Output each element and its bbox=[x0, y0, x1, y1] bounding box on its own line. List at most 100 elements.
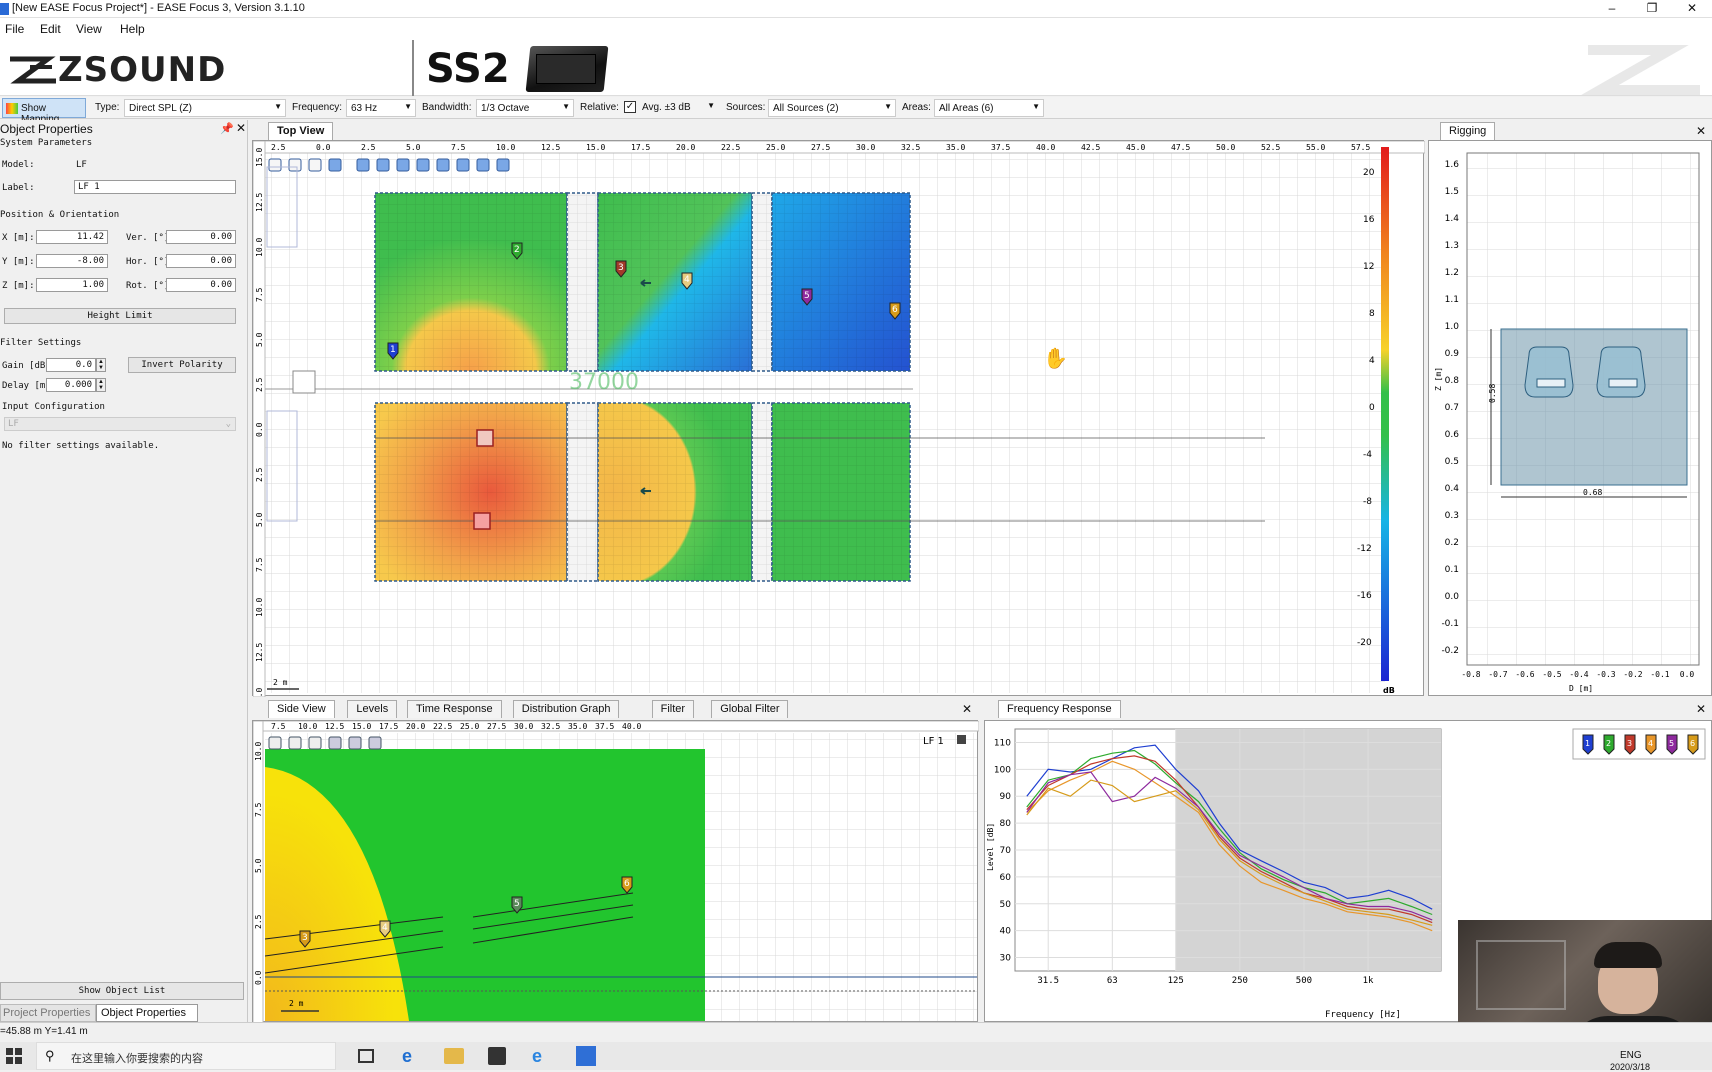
menu-file[interactable]: File bbox=[5, 22, 24, 36]
rot-field[interactable]: 0.00 bbox=[166, 278, 236, 292]
tab-distribution-graph[interactable]: Distribution Graph bbox=[512, 700, 620, 718]
x-tick-label: 25.0 bbox=[460, 722, 479, 731]
origin-marker bbox=[292, 370, 316, 394]
ver-field[interactable]: 0.00 bbox=[166, 230, 236, 244]
tab-time-response[interactable]: Time Response bbox=[407, 700, 502, 718]
show-object-list-button[interactable]: Show Object List bbox=[0, 982, 244, 1000]
file-explorer-icon[interactable] bbox=[444, 1048, 464, 1064]
y-tick-label: 0.6 bbox=[1445, 430, 1460, 440]
speaker-marker-label: 6 bbox=[624, 879, 630, 889]
areas-label: Areas: bbox=[902, 102, 931, 113]
x-tick-label: 0.0 bbox=[1680, 670, 1695, 679]
model-label: Model: bbox=[2, 160, 35, 170]
bandwidth-select[interactable]: 1/3 Octave ▼ bbox=[476, 99, 574, 117]
cursor-coordinates: =45.88 m Y=1.41 m bbox=[0, 1026, 88, 1037]
taskbar-search-box[interactable]: ⚲ 在这里输入你要搜索的内容 bbox=[36, 1042, 336, 1070]
chart-icon bbox=[328, 736, 342, 750]
x-tick-label: 2.5 bbox=[271, 143, 286, 152]
scale-bar-label: 2 m bbox=[289, 999, 304, 1008]
tab-project-properties[interactable]: Project Properties bbox=[0, 1004, 96, 1022]
colorbar-tick-label: -16 bbox=[1357, 591, 1372, 601]
menu-edit[interactable]: Edit bbox=[40, 22, 61, 36]
label-field[interactable]: LF 1 bbox=[74, 180, 236, 194]
y-tick-label: 2.5 bbox=[255, 377, 264, 392]
show-mapping-button[interactable]: Show Mapping bbox=[2, 98, 86, 125]
tab-levels[interactable]: Levels bbox=[347, 700, 398, 718]
tab-rigging[interactable]: Rigging bbox=[1440, 122, 1496, 140]
store-icon[interactable] bbox=[488, 1047, 506, 1065]
invert-polarity-button[interactable]: Invert Polarity bbox=[128, 357, 236, 373]
tab-frequency-response[interactable]: Frequency Response bbox=[998, 700, 1121, 718]
tab-side-view[interactable]: Side View bbox=[268, 700, 335, 718]
menu-view[interactable]: View bbox=[76, 22, 102, 36]
close-icon[interactable]: ✕ bbox=[962, 702, 972, 716]
z-field[interactable]: 1.00 bbox=[36, 278, 108, 292]
y-field[interactable]: -8.00 bbox=[36, 254, 108, 268]
y-tick-label: -0.1 bbox=[1441, 619, 1459, 629]
y-tick-label: 12.5 bbox=[255, 193, 264, 212]
avg-value: Avg. ±3 dB bbox=[642, 102, 691, 113]
x-field[interactable]: 11.42 bbox=[36, 230, 108, 244]
edge-icon[interactable]: e bbox=[402, 1046, 412, 1067]
colorbar-tick-label: -20 bbox=[1357, 638, 1372, 648]
input-select[interactable]: LF ⌄ bbox=[4, 417, 236, 431]
x-label: X [m]: bbox=[2, 233, 35, 243]
chevron-down-icon: ▼ bbox=[884, 102, 892, 111]
y-tick-label: 0.0 bbox=[1445, 592, 1460, 602]
gain-spinner[interactable]: ▲ ▼ bbox=[96, 358, 106, 372]
ease-focus-taskbar-icon[interactable] bbox=[576, 1046, 596, 1066]
title-bar: [New EASE Focus Project*] - EASE Focus 3… bbox=[0, 0, 1712, 18]
colorbar-tick-label: -8 bbox=[1363, 497, 1372, 507]
x-tick-label: 40.0 bbox=[622, 722, 641, 731]
y-tick-label: 5.0 bbox=[255, 512, 264, 527]
ie-icon[interactable]: e bbox=[532, 1046, 542, 1067]
tab-global-filter[interactable]: Global Filter bbox=[711, 700, 789, 718]
x-tick-label: 1k bbox=[1363, 976, 1374, 986]
pin-icon[interactable]: 📌 bbox=[220, 122, 234, 135]
minimize-button[interactable]: – bbox=[1592, 0, 1632, 18]
restore-button[interactable]: ❐ bbox=[1632, 0, 1672, 18]
legend-label: 2 bbox=[1606, 739, 1611, 748]
x-tick-label: 35.0 bbox=[946, 143, 965, 152]
areas-select[interactable]: All Areas (6) ▼ bbox=[934, 99, 1044, 117]
sources-select[interactable]: All Sources (2) ▼ bbox=[768, 99, 896, 117]
speaker-front-image bbox=[536, 54, 596, 84]
hor-field[interactable]: 0.00 bbox=[166, 254, 236, 268]
tab-object-properties[interactable]: Object Properties bbox=[96, 1004, 198, 1022]
type-select[interactable]: Direct SPL (Z) ▼ bbox=[124, 99, 286, 117]
close-button[interactable]: ✕ bbox=[1672, 0, 1712, 18]
tab-top-view[interactable]: Top View bbox=[268, 122, 334, 140]
height-limit-button[interactable]: Height Limit bbox=[4, 308, 236, 324]
gain-field[interactable]: 0.0 bbox=[46, 358, 96, 372]
avg-select[interactable]: Avg. ±3 dB ▼ bbox=[638, 99, 718, 117]
frequency-select[interactable]: 63 Hz ▼ bbox=[346, 99, 416, 117]
close-icon[interactable]: ✕ bbox=[236, 121, 246, 135]
colorbar-tick-label: 4 bbox=[1369, 356, 1375, 366]
relative-checkbox[interactable]: ✓ bbox=[624, 101, 636, 113]
webcam-background-shelf bbox=[1476, 940, 1566, 1010]
x-tick-label: 25.0 bbox=[766, 143, 785, 152]
close-icon[interactable]: ✕ bbox=[1696, 702, 1706, 716]
close-icon[interactable]: ✕ bbox=[1696, 124, 1706, 138]
y-tick-label: 2.5 bbox=[255, 467, 264, 482]
banner-divider bbox=[412, 40, 414, 96]
tab-filter[interactable]: Filter bbox=[651, 700, 695, 718]
legend-label: 5 bbox=[1669, 739, 1674, 748]
task-view-icon[interactable] bbox=[358, 1049, 374, 1063]
colorbar-tick-label: 8 bbox=[1369, 309, 1375, 319]
legend-label: 4 bbox=[1648, 739, 1653, 748]
delay-field[interactable]: 0.000 bbox=[46, 378, 96, 392]
taskbar: ⚲ 在这里输入你要搜索的内容 e e ENG 2020/3/18 bbox=[0, 1042, 1712, 1072]
y-tick-label: 0.9 bbox=[1445, 349, 1460, 359]
delay-spinner[interactable]: ▲ ▼ bbox=[96, 378, 106, 392]
menu-help[interactable]: Help bbox=[120, 22, 145, 36]
windows-start-icon[interactable] bbox=[6, 1048, 22, 1064]
y-tick-label: 10.0 bbox=[255, 598, 264, 617]
input-language[interactable]: ENG bbox=[1620, 1050, 1642, 1061]
y-tick-label: 7.5 bbox=[255, 287, 264, 302]
status-bar: =45.88 m Y=1.41 m bbox=[0, 1022, 1712, 1042]
x-tick-label: -0.3 bbox=[1596, 670, 1615, 679]
x-tick-label: 15.0 bbox=[352, 722, 371, 731]
d-axis-label: D [m] bbox=[1569, 684, 1593, 693]
aisle-4-outline bbox=[751, 402, 773, 582]
